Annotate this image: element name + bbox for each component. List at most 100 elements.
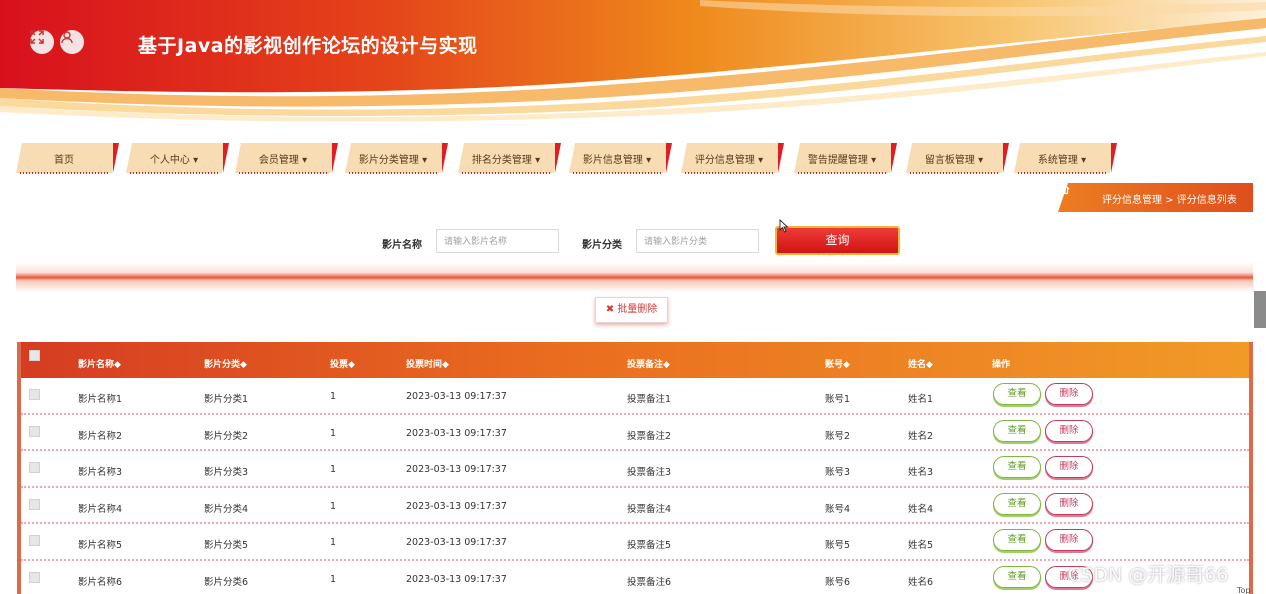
cell-vote: 1 [330, 427, 337, 439]
cell-film-category: 影片分类4 [204, 503, 249, 515]
column-header-name[interactable]: 姓名◆ [908, 357, 933, 370]
cell-vote: 1 [330, 500, 337, 512]
column-header-vote-note[interactable]: 投票备注◆ [627, 357, 670, 370]
cell-account: 账号1 [825, 394, 851, 405]
cell-name: 姓名2 [908, 430, 934, 442]
batch-delete-button[interactable]: ✖ 批量删除 [595, 297, 668, 323]
header-banner: 基于Java的影视创作论坛的设计与实现 [0, 0, 1266, 125]
breadcrumb: 评分信息管理 > 评分信息列表 [1058, 183, 1253, 212]
watermark: CSDN @开源哥66 [1068, 564, 1229, 586]
view-button[interactable]: 查看 [993, 492, 1041, 515]
table-row: 影片名称4 影片分类4 1 2023-03-13 09:17:37 投票备注4 … [21, 488, 1249, 524]
cell-film-category: 影片分类3 [204, 467, 249, 478]
nav-item-label: 排名分类管理 ▾ [471, 155, 541, 166]
cell-vote-note: 投票备注1 [627, 394, 672, 405]
page: 基于Java的影视创作论坛的设计与实现 首页 个人中心 ▾ 会员管理 ▾ 影片分… [0, 0, 1266, 594]
cell-vote-note: 投票备注4 [627, 503, 672, 515]
close-icon: ✖ [605, 304, 615, 315]
nav-item-ranking-category-management[interactable]: 排名分类管理 ▾ [458, 142, 561, 174]
film-name-input[interactable] [436, 229, 559, 253]
nav-item-film-category-management[interactable]: 影片分类管理 ▾ [345, 142, 448, 174]
nav-item-label: 警告提醒管理 ▾ [807, 155, 877, 166]
cell-vote: 1 [330, 537, 337, 548]
row-checkbox[interactable] [29, 498, 40, 510]
row-checkbox[interactable] [29, 425, 40, 437]
row-checkbox[interactable] [29, 571, 40, 583]
cell-name: 姓名3 [908, 467, 934, 478]
cell-name: 姓名6 [908, 576, 934, 588]
fullscreen-icon[interactable] [30, 30, 54, 54]
nav-item-label: 评分信息管理 ▾ [694, 155, 764, 166]
table-row: 影片名称2 影片分类2 1 2023-03-13 09:17:37 投票备注2 … [21, 415, 1249, 451]
cell-vote: 1 [330, 391, 337, 402]
nav-item-message-board-management[interactable]: 留言板管理 ▾ [906, 142, 1009, 174]
cell-film-name: 影片名称5 [78, 540, 123, 551]
cell-film-name: 影片名称3 [78, 467, 123, 478]
nav-item-label: 个人中心 ▾ [149, 155, 199, 166]
cell-vote-time: 2023-03-13 09:17:37 [406, 427, 507, 439]
table-row: 影片名称5 影片分类5 1 2023-03-13 09:17:37 投票备注5 … [21, 524, 1249, 561]
delete-button[interactable]: 删除 [1045, 492, 1093, 515]
section-divider [16, 262, 1253, 292]
cell-account: 账号2 [825, 430, 851, 442]
nav-item-label: 首页 [54, 155, 74, 166]
cell-vote-note: 投票备注5 [627, 540, 672, 551]
column-header-actions: 操作 [992, 360, 1011, 370]
cell-film-name: 影片名称6 [78, 576, 123, 588]
row-checkbox[interactable] [29, 535, 40, 546]
film-category-label: 影片分类 [582, 240, 622, 251]
app-title: 基于Java的影视创作论坛的设计与实现 [138, 35, 478, 57]
nav-item-label: 影片信息管理 ▾ [582, 155, 652, 166]
table-row: 影片名称3 影片分类3 1 2023-03-13 09:17:37 投票备注3 … [21, 451, 1249, 488]
nav-item-member-management[interactable]: 会员管理 ▾ [235, 142, 338, 174]
table-row: 影片名称1 影片分类1 1 2023-03-13 09:17:37 投票备注1 … [21, 378, 1249, 415]
cell-film-name: 影片名称1 [78, 394, 123, 405]
view-button[interactable]: 查看 [993, 456, 1041, 478]
nav-item-home[interactable]: 首页 [16, 142, 119, 174]
column-header-film-category[interactable]: 影片分类◆ [204, 357, 247, 370]
nav-item-label: 系统管理 ▾ [1037, 155, 1087, 166]
header-background [0, 0, 1266, 125]
user-icon[interactable] [60, 30, 84, 54]
nav-item-label: 会员管理 ▾ [258, 155, 308, 166]
nav-item-system-management[interactable]: 系统管理 ▾ [1014, 142, 1117, 174]
view-button[interactable]: 查看 [993, 529, 1041, 551]
column-header-vote[interactable]: 投票◆ [330, 357, 355, 370]
column-header-vote-time[interactable]: 投票时间◆ [406, 357, 449, 370]
cell-film-category: 影片分类1 [204, 394, 249, 405]
query-button[interactable]: 查询 [775, 226, 900, 255]
view-button[interactable]: 查看 [993, 419, 1041, 442]
data-table: 影片名称◆ 影片分类◆ 投票◆ 投票时间◆ 投票备注◆ 账号◆ 姓名◆ 操作 影… [17, 342, 1253, 594]
delete-button[interactable]: 删除 [1045, 456, 1093, 478]
delete-button[interactable]: 删除 [1045, 383, 1093, 405]
film-category-input[interactable] [636, 229, 759, 253]
delete-button[interactable]: 删除 [1045, 419, 1093, 442]
view-button[interactable]: 查看 [993, 565, 1041, 588]
row-checkbox[interactable] [29, 389, 40, 400]
view-button[interactable]: 查看 [993, 383, 1041, 405]
back-to-top-link[interactable]: Top [1237, 586, 1251, 594]
table-header: 影片名称◆ 影片分类◆ 投票◆ 投票时间◆ 投票备注◆ 账号◆ 姓名◆ 操作 [21, 342, 1249, 378]
scrollbar-thumb[interactable] [1254, 291, 1266, 328]
nav-item-label: 影片分类管理 ▾ [358, 155, 428, 166]
cell-vote-note: 投票备注3 [627, 467, 672, 478]
nav-item-warning-management[interactable]: 警告提醒管理 ▾ [794, 142, 897, 174]
nav-item-personal-center[interactable]: 个人中心 ▾ [126, 142, 229, 174]
cell-account: 账号5 [825, 540, 851, 551]
delete-button[interactable]: 删除 [1045, 529, 1093, 551]
cell-vote-time: 2023-03-13 09:17:37 [406, 537, 507, 548]
cell-name: 姓名4 [908, 503, 934, 515]
column-header-account[interactable]: 账号◆ [825, 357, 850, 370]
cell-name: 姓名1 [908, 394, 934, 405]
row-checkbox[interactable] [29, 462, 40, 473]
batch-delete-label: 批量删除 [617, 304, 658, 315]
cell-name: 姓名5 [908, 540, 934, 551]
cell-vote-note: 投票备注6 [627, 576, 672, 588]
nav-item-film-info-management[interactable]: 影片信息管理 ▾ [569, 142, 672, 174]
column-header-film-name[interactable]: 影片名称◆ [78, 357, 121, 370]
select-all-checkbox[interactable] [29, 350, 40, 361]
cell-film-category: 影片分类6 [204, 576, 249, 588]
cell-vote-time: 2023-03-13 09:17:37 [406, 573, 507, 585]
main-nav: 首页 个人中心 ▾ 会员管理 ▾ 影片分类管理 ▾ 排名分类管理 ▾ 影片信息管… [16, 142, 1126, 176]
nav-item-rating-info-management[interactable]: 评分信息管理 ▾ [681, 142, 784, 174]
